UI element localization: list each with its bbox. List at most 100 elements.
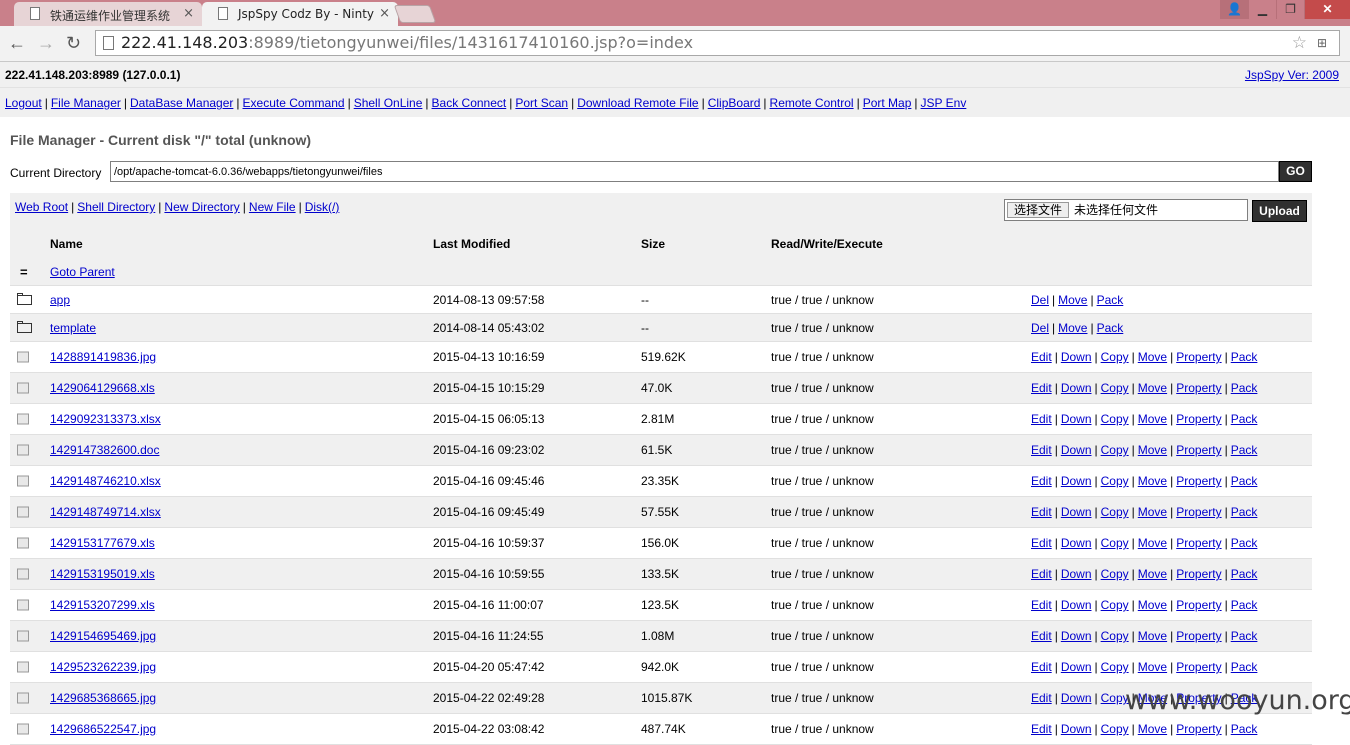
menu-link-clipboard[interactable]: ClipBoard	[708, 96, 761, 110]
menu-link-port-scan[interactable]: Port Scan	[515, 96, 568, 110]
file-checkbox[interactable]	[17, 630, 29, 642]
edit-link[interactable]: Edit	[1031, 381, 1052, 395]
file-name-link[interactable]: 1429153195019.xls	[50, 567, 155, 581]
file-name-link[interactable]: 1429686522547.jpg	[50, 722, 156, 736]
copy-link[interactable]: Copy	[1101, 474, 1129, 488]
file-checkbox[interactable]	[17, 661, 29, 673]
edit-link[interactable]: Edit	[1031, 536, 1052, 550]
down-link[interactable]: Down	[1061, 505, 1092, 519]
move-link[interactable]: Move	[1138, 474, 1167, 488]
file-name-link[interactable]: 1429148749714.xlsx	[50, 505, 161, 519]
new-tab-button[interactable]	[393, 5, 437, 23]
down-link[interactable]: Down	[1061, 567, 1092, 581]
file-name-link[interactable]: 1429523262239.jpg	[50, 660, 156, 674]
file-name-link[interactable]: 1429153207299.xls	[50, 598, 155, 612]
file-checkbox[interactable]	[17, 692, 29, 704]
property-link[interactable]: Property	[1176, 567, 1221, 581]
move-link[interactable]: Move	[1138, 629, 1167, 643]
menu-link-execute-command[interactable]: Execute Command	[243, 96, 345, 110]
move-link[interactable]: Move	[1138, 412, 1167, 426]
pack-link[interactable]: Pack	[1231, 443, 1258, 457]
close-tab-icon[interactable]: ×	[379, 6, 390, 21]
copy-link[interactable]: Copy	[1101, 443, 1129, 457]
pack-link[interactable]: Pack	[1097, 293, 1124, 307]
move-link[interactable]: Move	[1138, 660, 1167, 674]
dir-name-link[interactable]: template	[50, 321, 96, 335]
down-link[interactable]: Down	[1061, 381, 1092, 395]
link-disk[interactable]: Disk(/)	[305, 200, 340, 214]
down-link[interactable]: Down	[1061, 722, 1092, 736]
link-shell-directory[interactable]: Shell Directory	[77, 200, 155, 214]
edit-link[interactable]: Edit	[1031, 598, 1052, 612]
move-link[interactable]: Move	[1058, 293, 1087, 307]
file-checkbox[interactable]	[17, 537, 29, 549]
down-link[interactable]: Down	[1061, 691, 1092, 705]
down-link[interactable]: Down	[1061, 629, 1092, 643]
del-link[interactable]: Del	[1031, 293, 1049, 307]
down-link[interactable]: Down	[1061, 474, 1092, 488]
menu-link-jsp-env[interactable]: JSP Env	[921, 96, 967, 110]
close-window-button[interactable]: ✕	[1304, 0, 1350, 19]
edit-link[interactable]: Edit	[1031, 350, 1052, 364]
copy-link[interactable]: Copy	[1101, 536, 1129, 550]
copy-link[interactable]: Copy	[1101, 629, 1129, 643]
file-checkbox[interactable]	[17, 382, 29, 394]
edit-link[interactable]: Edit	[1031, 443, 1052, 457]
copy-link[interactable]: Copy	[1101, 381, 1129, 395]
copy-link[interactable]: Copy	[1101, 505, 1129, 519]
edit-link[interactable]: Edit	[1031, 412, 1052, 426]
minimize-button[interactable]: ▁	[1248, 0, 1276, 19]
edit-link[interactable]: Edit	[1031, 505, 1052, 519]
pack-link[interactable]: Pack	[1231, 474, 1258, 488]
file-name-link[interactable]: 1428891419836.jpg	[50, 350, 156, 364]
move-link[interactable]: Move	[1138, 536, 1167, 550]
property-link[interactable]: Property	[1176, 350, 1221, 364]
edit-link[interactable]: Edit	[1031, 567, 1052, 581]
move-link[interactable]: Move	[1138, 505, 1167, 519]
maximize-button[interactable]: ❐	[1276, 0, 1304, 19]
translate-icon[interactable]: ⊞	[1317, 31, 1327, 55]
down-link[interactable]: Down	[1061, 598, 1092, 612]
link-new-directory[interactable]: New Directory	[164, 200, 239, 214]
menu-link-remote-control[interactable]: Remote Control	[770, 96, 854, 110]
move-link[interactable]: Move	[1138, 443, 1167, 457]
move-link[interactable]: Move	[1138, 567, 1167, 581]
down-link[interactable]: Down	[1061, 536, 1092, 550]
link-web-root[interactable]: Web Root	[15, 200, 68, 214]
property-link[interactable]: Property	[1176, 536, 1221, 550]
file-upload-input[interactable]: 选择文件 未选择任何文件	[1004, 199, 1248, 221]
copy-link[interactable]: Copy	[1101, 598, 1129, 612]
pack-link[interactable]: Pack	[1231, 722, 1258, 736]
pack-link[interactable]: Pack	[1231, 381, 1258, 395]
down-link[interactable]: Down	[1061, 350, 1092, 364]
property-link[interactable]: Property	[1176, 722, 1221, 736]
move-link[interactable]: Move	[1058, 321, 1087, 335]
pack-link[interactable]: Pack	[1231, 598, 1258, 612]
file-name-link[interactable]: 1429148746210.xlsx	[50, 474, 161, 488]
file-checkbox[interactable]	[17, 413, 29, 425]
pack-link[interactable]: Pack	[1097, 321, 1124, 335]
menu-link-file-manager[interactable]: File Manager	[51, 96, 121, 110]
copy-link[interactable]: Copy	[1101, 567, 1129, 581]
forward-arrow-icon[interactable]: →	[37, 32, 55, 54]
pack-link[interactable]: Pack	[1231, 412, 1258, 426]
move-link[interactable]: Move	[1138, 381, 1167, 395]
current-directory-input[interactable]	[110, 161, 1279, 182]
down-link[interactable]: Down	[1061, 443, 1092, 457]
property-link[interactable]: Property	[1176, 598, 1221, 612]
file-name-link[interactable]: 1429064129668.xls	[50, 381, 155, 395]
goto-parent-link[interactable]: Goto Parent	[50, 265, 115, 279]
menu-link-database-manager[interactable]: DataBase Manager	[130, 96, 233, 110]
browser-tab-0[interactable]: 铁通运维作业管理系统 ×	[14, 2, 202, 26]
address-bar[interactable]: 222.41.148.203:8989/tietongyunwei/files/…	[95, 30, 1340, 56]
pack-link[interactable]: Pack	[1231, 660, 1258, 674]
edit-link[interactable]: Edit	[1031, 660, 1052, 674]
down-link[interactable]: Down	[1061, 412, 1092, 426]
file-checkbox[interactable]	[17, 351, 29, 363]
version-link[interactable]: JspSpy Ver: 2009	[1245, 68, 1339, 82]
edit-link[interactable]: Edit	[1031, 474, 1052, 488]
close-tab-icon[interactable]: ×	[183, 6, 194, 21]
go-button[interactable]: GO	[1279, 161, 1312, 182]
file-checkbox[interactable]	[17, 475, 29, 487]
pack-link[interactable]: Pack	[1231, 505, 1258, 519]
